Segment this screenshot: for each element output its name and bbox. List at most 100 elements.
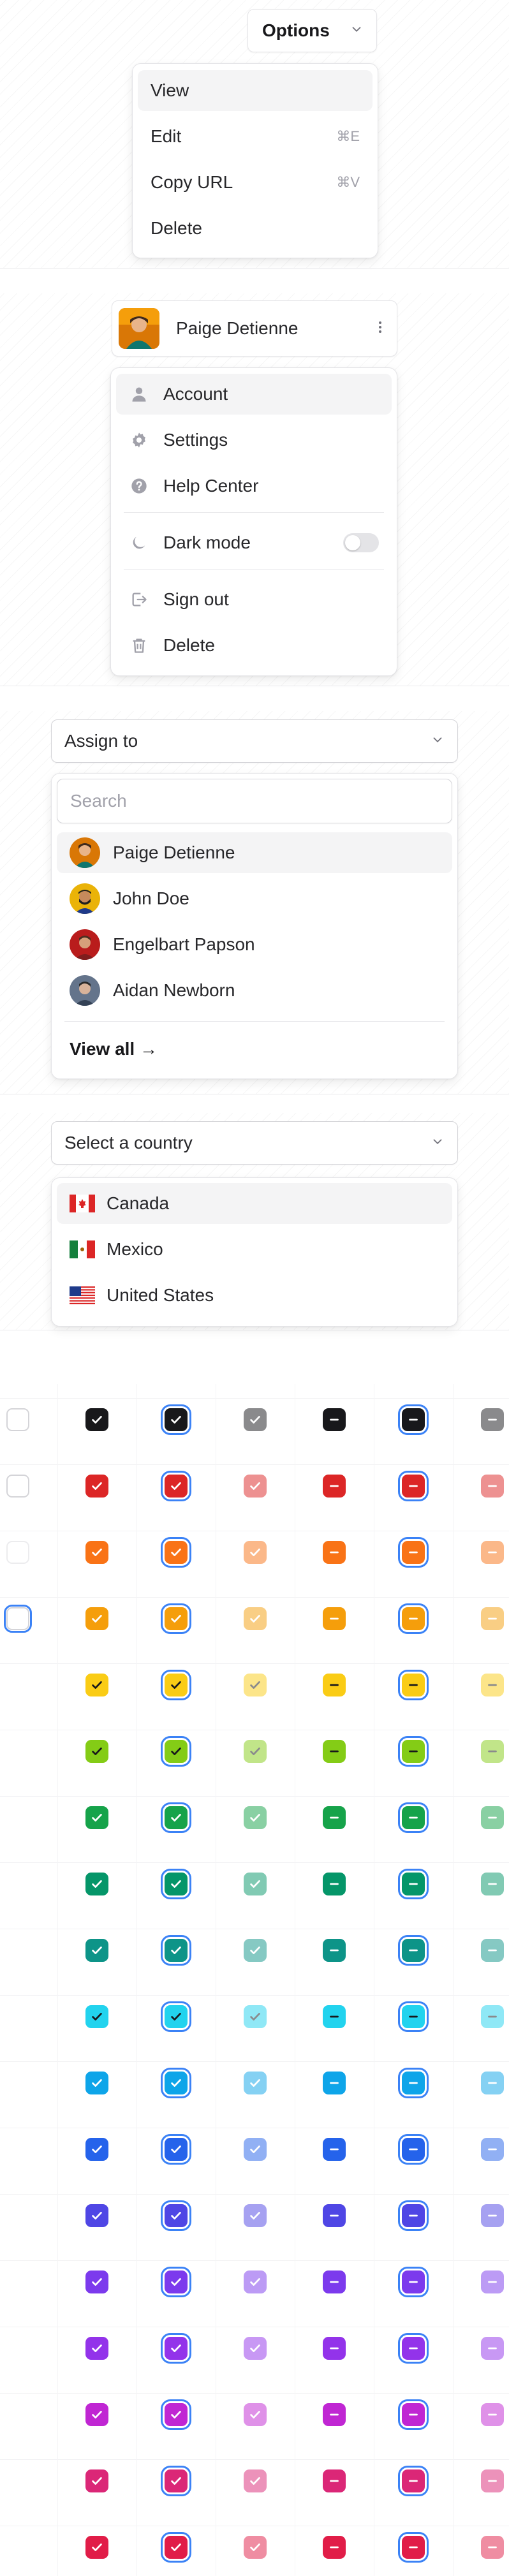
checkbox-indeterminate[interactable] xyxy=(323,2536,346,2559)
checkbox-indeterminate[interactable] xyxy=(398,2333,429,2364)
checkbox-indeterminate[interactable] xyxy=(398,1802,429,1833)
checkbox-checked[interactable] xyxy=(161,1670,191,1700)
checkbox-checked[interactable] xyxy=(244,2271,267,2293)
checkbox-checked[interactable] xyxy=(85,1806,108,1829)
checkbox-indeterminate[interactable] xyxy=(323,2337,346,2360)
menu-item-help-center[interactable]: Help Center xyxy=(116,466,392,506)
menu-item-edit[interactable]: Edit ⌘E xyxy=(138,116,373,157)
menu-item-delete[interactable]: Delete xyxy=(138,208,373,249)
more-vertical-icon[interactable] xyxy=(373,320,388,338)
checkbox-indeterminate[interactable] xyxy=(398,1404,429,1435)
checkbox-checked[interactable] xyxy=(244,1541,267,1564)
options-button[interactable]: Options xyxy=(247,9,377,52)
checkbox-indeterminate[interactable] xyxy=(398,2200,429,2231)
checkbox-checked[interactable] xyxy=(244,2469,267,2492)
checkbox-checked[interactable] xyxy=(244,1806,267,1829)
checkbox-checked[interactable] xyxy=(85,1740,108,1763)
checkbox-indeterminate[interactable] xyxy=(398,2267,429,2297)
checkbox-indeterminate[interactable] xyxy=(398,2466,429,2496)
checkbox-indeterminate[interactable] xyxy=(323,1408,346,1431)
checkbox-indeterminate[interactable] xyxy=(398,1603,429,1634)
checkbox-checked[interactable] xyxy=(85,2138,108,2161)
checkbox-indeterminate[interactable] xyxy=(323,2469,346,2492)
checkbox-indeterminate[interactable] xyxy=(398,1537,429,1568)
menu-item-view[interactable]: View xyxy=(138,70,373,111)
menu-item-copy-url[interactable]: Copy URL ⌘V xyxy=(138,162,373,203)
checkbox-checked[interactable] xyxy=(85,1607,108,1630)
checkbox-checked[interactable] xyxy=(161,2399,191,2430)
checkbox-checked[interactable] xyxy=(85,2403,108,2426)
checkbox-checked[interactable] xyxy=(85,2005,108,2028)
checkbox-checked[interactable] xyxy=(244,1408,267,1431)
checkbox-checked[interactable] xyxy=(85,1408,108,1431)
checkbox-indeterminate[interactable] xyxy=(323,2072,346,2094)
checkbox-checked[interactable] xyxy=(244,1607,267,1630)
checkbox-indeterminate[interactable] xyxy=(481,1541,504,1564)
checkbox-checked[interactable] xyxy=(161,1935,191,1966)
checkbox-indeterminate[interactable] xyxy=(323,2138,346,2161)
checkbox-checked[interactable] xyxy=(244,2005,267,2028)
checkbox-indeterminate[interactable] xyxy=(323,2005,346,2028)
checkbox-checked[interactable] xyxy=(244,1873,267,1895)
checkbox-indeterminate[interactable] xyxy=(481,2271,504,2293)
checkbox-checked[interactable] xyxy=(85,1475,108,1498)
checkbox-checked[interactable] xyxy=(244,2536,267,2559)
checkbox-indeterminate[interactable] xyxy=(398,1869,429,1899)
checkbox-checked[interactable] xyxy=(161,2466,191,2496)
checkbox-checked[interactable] xyxy=(85,2337,108,2360)
checkbox-checked[interactable] xyxy=(244,1674,267,1696)
checkbox-indeterminate[interactable] xyxy=(481,1475,504,1498)
person-option[interactable]: Paige Detienne xyxy=(57,832,452,873)
checkbox-checked[interactable] xyxy=(244,2138,267,2161)
checkbox-checked[interactable] xyxy=(161,2267,191,2297)
checkbox-indeterminate[interactable] xyxy=(398,2532,429,2563)
country-option-united-states[interactable]: United States xyxy=(57,1275,452,1316)
checkbox-checked[interactable] xyxy=(161,1736,191,1767)
checkbox-checked[interactable] xyxy=(244,1740,267,1763)
menu-item-delete-account[interactable]: Delete xyxy=(116,625,392,666)
checkbox-indeterminate[interactable] xyxy=(481,1806,504,1829)
checkbox-indeterminate[interactable] xyxy=(398,2134,429,2165)
checkbox-indeterminate[interactable] xyxy=(481,2337,504,2360)
checkbox-indeterminate[interactable] xyxy=(481,1674,504,1696)
checkbox-indeterminate[interactable] xyxy=(481,1607,504,1630)
checkbox-checked[interactable] xyxy=(161,2068,191,2098)
checkbox-checked[interactable] xyxy=(85,1541,108,1564)
checkbox-indeterminate[interactable] xyxy=(398,1471,429,1501)
checkbox-checked[interactable] xyxy=(161,2333,191,2364)
checkbox-checked[interactable] xyxy=(161,2134,191,2165)
checkbox-indeterminate[interactable] xyxy=(323,1475,346,1498)
checkbox-unchecked[interactable] xyxy=(6,1541,29,1564)
checkbox-indeterminate[interactable] xyxy=(481,1873,504,1895)
checkbox-indeterminate[interactable] xyxy=(323,2204,346,2227)
menu-item-account[interactable]: Account xyxy=(116,374,392,415)
checkbox-unchecked[interactable] xyxy=(6,1408,29,1431)
checkbox-checked[interactable] xyxy=(161,1537,191,1568)
checkbox-checked[interactable] xyxy=(85,1674,108,1696)
menu-item-settings[interactable]: Settings xyxy=(116,420,392,460)
checkbox-indeterminate[interactable] xyxy=(481,2204,504,2227)
checkbox-indeterminate[interactable] xyxy=(481,1939,504,1962)
checkbox-checked[interactable] xyxy=(161,1471,191,1501)
checkbox-indeterminate[interactable] xyxy=(398,2001,429,2032)
checkbox-checked[interactable] xyxy=(244,2403,267,2426)
country-option-canada[interactable]: Canada xyxy=(57,1183,452,1224)
checkbox-indeterminate[interactable] xyxy=(481,2403,504,2426)
assign-to-select[interactable]: Assign to xyxy=(51,719,458,763)
menu-item-dark-mode[interactable]: Dark mode xyxy=(116,522,392,563)
checkbox-indeterminate[interactable] xyxy=(323,1607,346,1630)
checkbox-checked[interactable] xyxy=(161,2532,191,2563)
checkbox-checked[interactable] xyxy=(85,1939,108,1962)
checkbox-unchecked[interactable] xyxy=(4,1605,32,1633)
view-all-link[interactable]: View all → xyxy=(57,1029,452,1070)
checkbox-indeterminate[interactable] xyxy=(398,1935,429,1966)
checkbox-checked[interactable] xyxy=(161,2001,191,2032)
checkbox-indeterminate[interactable] xyxy=(323,1674,346,1696)
checkbox-indeterminate[interactable] xyxy=(323,2403,346,2426)
checkbox-indeterminate[interactable] xyxy=(323,1873,346,1895)
country-option-mexico[interactable]: Mexico xyxy=(57,1229,452,1270)
checkbox-unchecked[interactable] xyxy=(6,1475,29,1498)
checkbox-checked[interactable] xyxy=(161,1802,191,1833)
checkbox-indeterminate[interactable] xyxy=(481,2072,504,2094)
dark-mode-toggle[interactable] xyxy=(343,533,379,552)
